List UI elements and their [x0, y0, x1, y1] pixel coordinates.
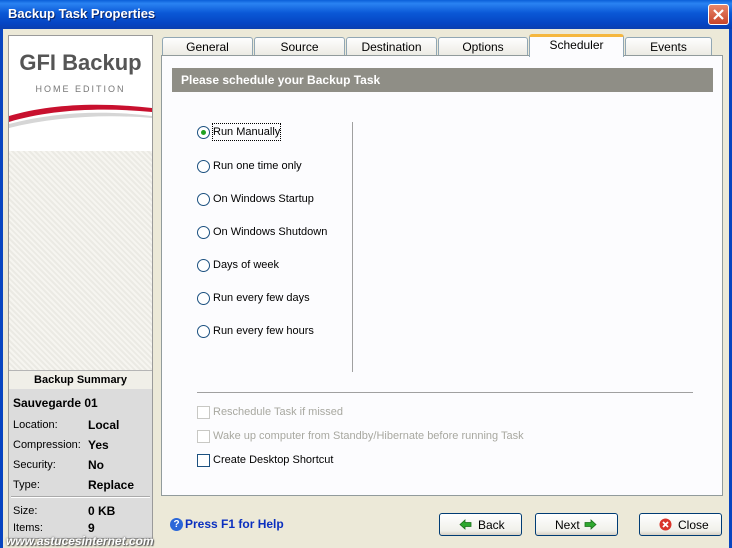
- next-button[interactable]: Next: [535, 513, 618, 536]
- radio-empty-icon: [197, 226, 210, 239]
- tab-scheduler[interactable]: Scheduler: [529, 34, 624, 57]
- arrow-right-icon: [584, 519, 597, 530]
- tab-general[interactable]: General: [162, 37, 253, 55]
- radio-empty-icon: [197, 259, 210, 272]
- window-close-button[interactable]: [708, 4, 729, 25]
- horizontal-divider: [197, 392, 693, 393]
- summary-row-compression: Compression: Yes: [13, 438, 109, 452]
- close-icon: [713, 9, 724, 20]
- help-icon: ?: [170, 518, 183, 531]
- radio-empty-icon: [197, 193, 210, 206]
- backup-summary: Sauvegarde 01 Location: Local Compression…: [9, 389, 152, 538]
- radio-empty-icon: [197, 160, 210, 173]
- checkbox-icon: [197, 454, 210, 467]
- summary-divider: [11, 496, 150, 498]
- summary-row-type: Type: Replace: [13, 478, 135, 492]
- summary-row-location: Location: Local: [13, 418, 120, 432]
- window-title: Backup Task Properties: [8, 6, 156, 21]
- tab-options[interactable]: Options: [438, 37, 528, 55]
- logo-subtitle: HOME EDITION: [35, 84, 126, 94]
- checkbox-icon: [197, 406, 210, 419]
- backup-summary-header: Backup Summary: [9, 370, 152, 390]
- title-bar[interactable]: Backup Task Properties: [0, 0, 732, 29]
- panel-header: Please schedule your Backup Task: [172, 68, 713, 92]
- summary-row-security: Security: No: [13, 458, 104, 472]
- tab-destination[interactable]: Destination: [346, 37, 437, 55]
- arrow-left-icon: [459, 519, 472, 530]
- summary-task-name: Sauvegarde 01: [13, 396, 98, 410]
- logo-area: GFI Backup HOME EDITION: [9, 36, 152, 151]
- logo-swoosh-icon: [9, 104, 152, 128]
- logo-title: GFI Backup: [19, 50, 142, 75]
- tab-events[interactable]: Events: [625, 37, 712, 55]
- close-button[interactable]: Close: [639, 513, 722, 536]
- scheduler-panel: Please schedule your Backup Task Run Man…: [161, 55, 723, 496]
- cancel-icon: [659, 518, 672, 531]
- panel-texture: [9, 151, 152, 401]
- tab-source[interactable]: Source: [254, 37, 345, 55]
- left-panel: GFI Backup HOME EDITION Backup Summary S…: [8, 35, 153, 539]
- radio-selected-icon: [197, 126, 210, 139]
- radio-empty-icon: [197, 292, 210, 305]
- checkbox-icon: [197, 430, 210, 443]
- radio-empty-icon: [197, 325, 210, 338]
- back-button[interactable]: Back: [439, 513, 522, 536]
- watermark-text: www.astucesinternet.com: [6, 534, 154, 548]
- vertical-divider: [352, 122, 353, 372]
